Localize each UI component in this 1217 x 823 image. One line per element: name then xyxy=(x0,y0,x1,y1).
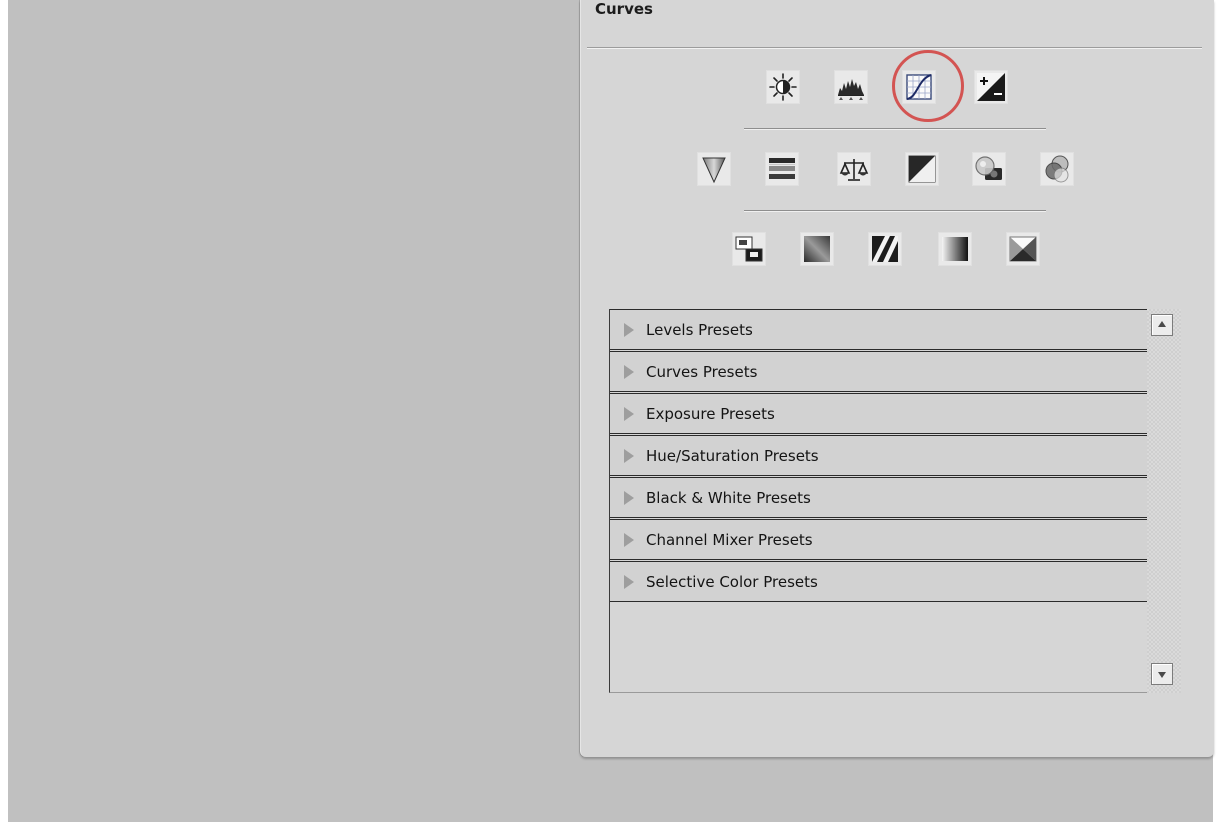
adjustment-icons-row-1 xyxy=(581,70,1214,114)
curves-icon[interactable] xyxy=(902,70,936,104)
preset-channel-mixer[interactable]: Channel Mixer Presets xyxy=(610,519,1149,560)
icon-row-separator-2 xyxy=(744,210,1046,212)
expand-triangle-icon[interactable] xyxy=(624,365,634,379)
hue-saturation-icon[interactable] xyxy=(765,152,799,186)
adjustment-icons-row-3 xyxy=(581,232,1214,276)
gradient-map-icon[interactable] xyxy=(938,232,972,266)
invert-icon[interactable] xyxy=(732,232,766,266)
expand-triangle-icon[interactable] xyxy=(624,491,634,505)
arrow-down-icon xyxy=(1158,672,1166,678)
presets-list: Levels Presets Curves Presets Exposure P… xyxy=(609,309,1149,693)
preset-label: Curves Presets xyxy=(646,363,758,381)
adjustments-panel: Curves Levels Presets Curves Presets Exp… xyxy=(580,0,1214,757)
expand-triangle-icon[interactable] xyxy=(624,533,634,547)
scroll-up-button[interactable] xyxy=(1151,314,1173,336)
expand-triangle-icon[interactable] xyxy=(624,323,634,337)
scroll-down-button[interactable] xyxy=(1151,663,1173,685)
preset-selective-color[interactable]: Selective Color Presets xyxy=(610,561,1149,602)
preset-levels[interactable]: Levels Presets xyxy=(610,309,1149,350)
channel-mixer-icon[interactable] xyxy=(1040,152,1074,186)
icon-row-separator-1 xyxy=(744,128,1046,130)
preset-label: Channel Mixer Presets xyxy=(646,531,813,549)
expand-triangle-icon[interactable] xyxy=(624,575,634,589)
arrow-up-icon xyxy=(1158,321,1166,327)
presets-scrollbar[interactable] xyxy=(1147,309,1181,693)
vibrance-icon[interactable] xyxy=(697,152,731,186)
expand-triangle-icon[interactable] xyxy=(624,449,634,463)
selective-color-icon[interactable] xyxy=(1006,232,1040,266)
preset-exposure[interactable]: Exposure Presets xyxy=(610,393,1149,434)
preset-label: Selective Color Presets xyxy=(646,573,818,591)
levels-icon[interactable] xyxy=(834,70,868,104)
preset-curves[interactable]: Curves Presets xyxy=(610,351,1149,392)
preset-label: Levels Presets xyxy=(646,321,753,339)
brightness-contrast-icon[interactable] xyxy=(766,70,800,104)
threshold-icon[interactable] xyxy=(868,232,902,266)
exposure-icon[interactable] xyxy=(974,70,1008,104)
adjustment-icons-row-2 xyxy=(581,152,1214,196)
preset-hue-saturation[interactable]: Hue/Saturation Presets xyxy=(610,435,1149,476)
preset-label: Black & White Presets xyxy=(646,489,811,507)
preset-black-white[interactable]: Black & White Presets xyxy=(610,477,1149,518)
panel-title: Curves xyxy=(595,0,653,18)
preset-label: Hue/Saturation Presets xyxy=(646,447,819,465)
title-divider xyxy=(587,47,1202,49)
posterize-icon[interactable] xyxy=(800,232,834,266)
black-white-icon[interactable] xyxy=(905,152,939,186)
preset-label: Exposure Presets xyxy=(646,405,775,423)
expand-triangle-icon[interactable] xyxy=(624,407,634,421)
color-balance-icon[interactable] xyxy=(837,152,871,186)
photo-filter-icon[interactable] xyxy=(972,152,1006,186)
